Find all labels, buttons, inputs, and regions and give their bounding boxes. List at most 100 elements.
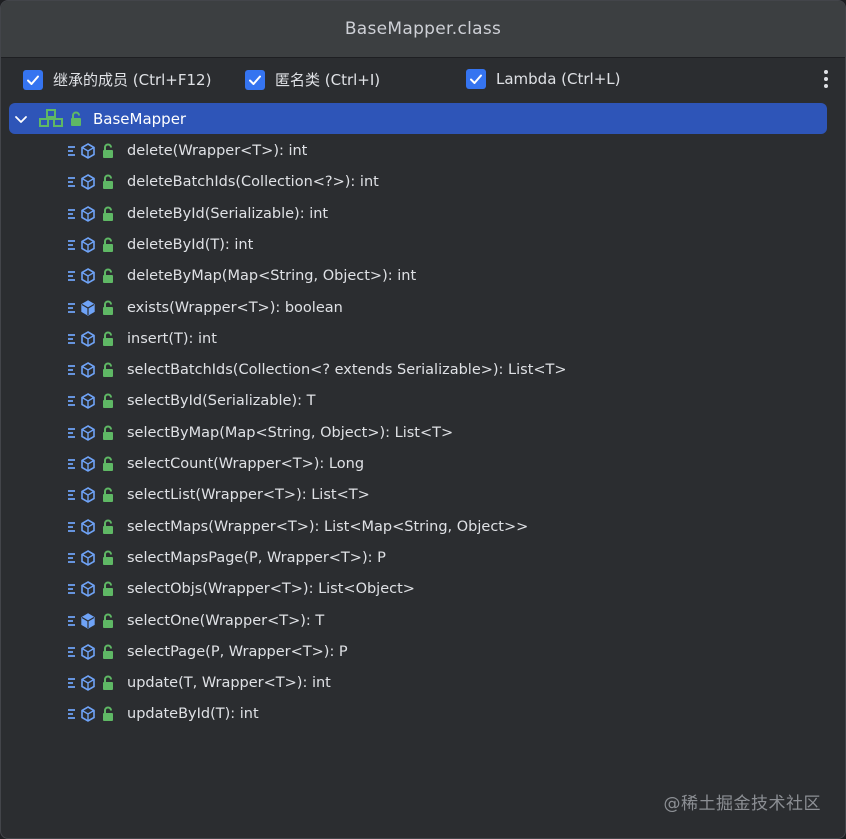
public-lock-icon [103,644,113,659]
method-row[interactable]: selectBatchIds(Collection<? extends Seri… [67,357,567,383]
abstract-method-icon [81,174,95,191]
method-indicator-icon [68,396,75,407]
abstract-method-icon [81,143,95,159]
public-lock-icon [71,111,81,126]
method-indicator-icon [68,333,75,344]
method-signature: delete(Wrapper<T>): int [127,143,308,159]
abstract-method-icon [81,675,95,692]
method-indicator-icon [68,521,75,532]
chevron-down-icon[interactable] [13,111,29,127]
method-row[interactable]: deleteById(Serializable): int [67,201,328,227]
method-row[interactable]: updateById(T): int [67,701,259,727]
method-signature: exists(Wrapper<T>): boolean [127,299,343,316]
method-signature: deleteById(Serializable): int [127,205,329,222]
method-row[interactable]: update(T, Wrapper<T>): int [67,670,331,696]
method-signature: selectMapsPage(P, Wrapper<T>): P [127,549,386,566]
method-signature: selectObjs(Wrapper<T>): List<Object> [127,581,415,598]
method-indicator-icon [68,678,75,688]
method-row[interactable]: selectByMap(Map<String, Object>): List<T… [67,420,453,446]
popup-title-bar[interactable]: BaseMapper.class [1,1,845,58]
public-lock-icon [103,143,113,158]
method-indicator-icon [68,584,75,595]
default-method-icon [81,612,95,629]
public-lock-icon [103,581,113,597]
method-indicator-icon [68,146,75,156]
abstract-method-icon [81,487,95,504]
method-signature: selectOne(Wrapper<T>): T [127,612,325,629]
method-row[interactable]: selectObjs(Wrapper<T>): List<Object> [67,576,415,602]
public-lock-icon [103,268,113,284]
public-lock-icon [103,550,113,565]
abstract-method-icon [81,518,95,535]
structure-popup: BaseMapper.class 继承的成员 (Ctrl+F12) 匿名类 (C… [0,0,846,839]
method-signature: selectById(Serializable): T [127,393,316,410]
method-indicator-icon [68,427,75,438]
abstract-method-icon [81,268,95,285]
method-row[interactable]: selectById(Serializable): T [67,388,315,414]
abstract-method-icon [81,236,95,253]
method-indicator-icon [68,490,75,501]
method-signature: selectCount(Wrapper<T>): Long [127,456,365,472]
method-indicator-icon [68,552,75,563]
method-signature: deleteBatchIds(Collection<?>): int [127,174,379,191]
inherited-members-toggle[interactable]: 继承的成员 (Ctrl+F12) [23,69,211,90]
lambda-label: Lambda (Ctrl+L) [496,70,621,88]
public-lock-icon [103,613,113,628]
public-lock-icon [103,206,113,221]
method-row[interactable]: selectMaps(Wrapper<T>): List<Map<String,… [67,514,528,540]
more-options-icon[interactable] [821,70,831,90]
public-lock-icon [103,362,113,378]
public-lock-icon [103,706,113,722]
public-lock-icon [103,519,113,534]
abstract-method-icon [81,424,95,441]
public-lock-icon [103,487,113,503]
checkbox-checked-icon[interactable] [245,69,265,90]
method-signature: selectList(Wrapper<T>): List<T> [127,487,370,504]
abstract-method-icon [81,456,95,472]
method-row[interactable]: delete(Wrapper<T>): int [67,138,307,164]
method-signature: deleteByMap(Map<String, Object>): int [127,268,417,285]
method-indicator-icon [68,615,75,626]
filter-options-bar: 继承的成员 (Ctrl+F12) 匿名类 (Ctrl+I) Lambda (Ct… [1,58,845,102]
abstract-method-icon [81,330,95,347]
method-indicator-icon [68,459,75,469]
abstract-method-icon [81,205,95,222]
method-signature: update(T, Wrapper<T>): int [127,675,331,692]
method-signature: selectPage(P, Wrapper<T>): P [127,643,348,660]
method-row[interactable]: selectPage(P, Wrapper<T>): P [67,639,348,665]
checkbox-checked-icon[interactable] [466,69,486,89]
method-signature: selectByMap(Map<String, Object>): List<T… [127,424,454,441]
method-row[interactable]: deleteById(T): int [67,232,253,258]
abstract-method-icon [81,581,95,598]
abstract-method-icon [81,362,95,379]
anonymous-classes-label: 匿名类 (Ctrl+I) [275,71,381,89]
anonymous-classes-toggle[interactable]: 匿名类 (Ctrl+I) [245,69,380,90]
abstract-method-icon [81,393,95,410]
method-signature: deleteById(T): int [127,236,254,253]
method-row[interactable]: selectOne(Wrapper<T>): T [67,608,324,634]
public-lock-icon [103,456,113,471]
popup-title: BaseMapper.class [344,19,502,39]
public-lock-icon [103,425,113,440]
abstract-method-icon [81,706,95,723]
method-row[interactable]: deleteByMap(Map<String, Object>): int [67,263,416,289]
method-row[interactable]: selectList(Wrapper<T>): List<T> [67,482,370,508]
method-indicator-icon [68,271,75,282]
abstract-method-icon [81,643,95,660]
public-lock-icon [103,393,113,409]
lambda-toggle[interactable]: Lambda (Ctrl+L) [466,69,620,89]
public-lock-icon [103,174,113,190]
method-row[interactable]: exists(Wrapper<T>): boolean [67,295,343,321]
method-indicator-icon [68,646,75,657]
method-indicator-icon [68,302,75,313]
method-signature: updateById(T): int [127,706,259,723]
method-row[interactable]: selectMapsPage(P, Wrapper<T>): P [67,545,386,571]
method-row[interactable]: selectCount(Wrapper<T>): Long [67,451,364,477]
method-row[interactable]: deleteBatchIds(Collection<?>): int [67,169,379,195]
method-signature: selectMaps(Wrapper<T>): List<Map<String,… [127,518,529,535]
checkbox-checked-icon[interactable] [23,69,43,90]
method-row[interactable]: insert(T): int [67,326,217,352]
public-lock-icon [103,237,113,252]
method-signature: selectBatchIds(Collection<? extends Seri… [127,362,567,379]
tree-root-basemapper[interactable]: BaseMapper [9,103,827,134]
